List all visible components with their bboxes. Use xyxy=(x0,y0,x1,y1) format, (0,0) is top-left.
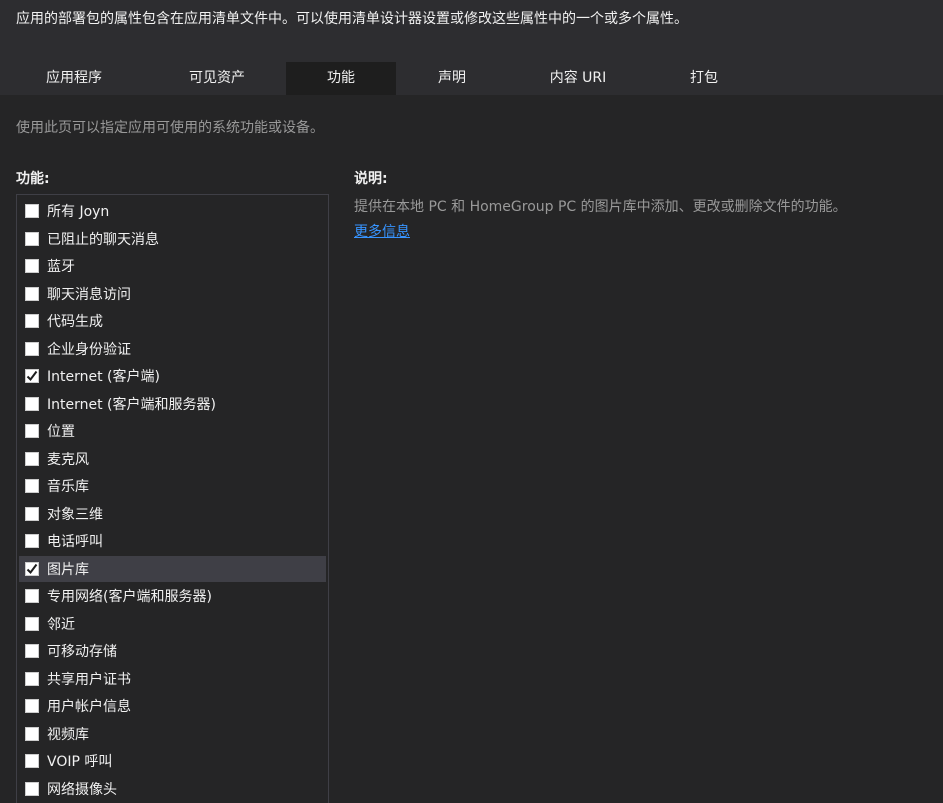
capability-label: 聊天消息访问 xyxy=(47,286,131,303)
capability-item[interactable]: 位置 xyxy=(19,418,326,444)
description-text: 提供在本地 PC 和 HomeGroup PC 的图片库中添加、更改或删除文件的… xyxy=(354,199,847,215)
tab-application[interactable]: 应用程序 xyxy=(0,62,148,95)
description-header: 说明: xyxy=(354,171,388,187)
capability-label: 所有 Joyn xyxy=(47,204,110,220)
capability-checkbox[interactable] xyxy=(25,341,39,356)
capability-label: 图片库 xyxy=(47,561,89,578)
capability-label: 网络摄像头 xyxy=(47,781,117,798)
capability-checkbox[interactable] xyxy=(25,479,39,493)
capabilities-header: 功能: xyxy=(16,171,50,187)
capability-item[interactable]: 聊天消息访问 xyxy=(19,281,326,307)
tab-content-uris[interactable]: 内容 URI xyxy=(508,62,648,95)
capability-checkbox[interactable] xyxy=(25,369,39,383)
capability-checkbox[interactable] xyxy=(25,424,39,438)
capability-label: Internet (客户端和服务器) xyxy=(47,396,216,413)
capability-label: Internet (客户端) xyxy=(47,369,160,385)
capability-label: 专用网络(客户端和服务器) xyxy=(47,589,212,605)
capability-item[interactable]: Internet (客户端和服务器) xyxy=(19,391,326,417)
capability-checkbox[interactable] xyxy=(25,754,39,768)
tab-packaging[interactable]: 打包 xyxy=(648,62,760,95)
capability-checkbox[interactable] xyxy=(25,644,39,658)
capability-label: 位置 xyxy=(47,424,75,440)
capability-item[interactable]: 对象三维 xyxy=(19,501,326,527)
capability-checkbox[interactable] xyxy=(25,561,39,576)
capability-label: 蓝牙 xyxy=(47,259,75,275)
more-info-link[interactable]: 更多信息 xyxy=(354,221,410,241)
checkmark-icon xyxy=(26,563,38,574)
capability-checkbox[interactable] xyxy=(25,671,39,686)
capability-item[interactable]: 共享用户证书 xyxy=(19,666,326,692)
capability-label: 可移动存储 xyxy=(47,644,117,660)
capability-item[interactable]: 麦克风 xyxy=(19,446,326,472)
capability-item[interactable]: 企业身份验证 xyxy=(19,336,326,362)
capability-checkbox[interactable] xyxy=(25,589,39,603)
designer-tabs: 应用程序 可见资产 功能 声明 内容 URI 打包 xyxy=(0,62,943,95)
capability-item[interactable]: 可移动存储 xyxy=(19,638,326,664)
capability-label: 视频库 xyxy=(47,726,89,743)
capability-item[interactable]: 网络摄像头 xyxy=(19,776,326,802)
capability-checkbox[interactable] xyxy=(25,204,39,218)
capability-checkbox[interactable] xyxy=(25,726,39,741)
capability-checkbox[interactable] xyxy=(25,616,39,631)
capability-item[interactable]: 邻近 xyxy=(19,611,326,637)
capabilities-list[interactable]: 所有 Joyn 已阻止的聊天消息 蓝牙聊天消息访问 代码生成企业身份验证 Interne… xyxy=(16,194,329,803)
tab-capabilities[interactable]: 功能 xyxy=(286,62,396,95)
capability-label: 对象三维 xyxy=(47,506,103,523)
capability-label: 电话呼叫 xyxy=(47,534,103,550)
capability-item[interactable]: 蓝牙 xyxy=(19,253,326,279)
capability-label: 邻近 xyxy=(47,616,75,633)
capability-item[interactable]: 视频库 xyxy=(19,721,326,747)
capability-item[interactable]: VOIP 呼叫 xyxy=(19,748,326,774)
designer-header: 应用的部署包的属性包含在应用清单文件中。可以使用清单设计器设置或修改这些属性中的… xyxy=(0,0,943,95)
tab-declarations[interactable]: 声明 xyxy=(396,62,508,95)
capability-item[interactable]: 专用网络(客户端和服务器) xyxy=(19,583,326,609)
capability-label: 企业身份验证 xyxy=(47,341,131,358)
capability-checkbox[interactable] xyxy=(25,506,39,521)
capability-checkbox[interactable] xyxy=(25,286,39,301)
capability-item[interactable]: 图片库 xyxy=(19,555,326,582)
capability-label: 代码生成 xyxy=(47,314,103,330)
capability-label: 共享用户证书 xyxy=(47,671,131,688)
capability-item[interactable]: 所有 Joyn xyxy=(19,198,326,224)
capability-checkbox[interactable] xyxy=(25,231,39,246)
capability-label: 麦克风 xyxy=(47,451,89,468)
capability-label: 已阻止的聊天消息 xyxy=(47,231,159,248)
capability-item[interactable]: 已阻止的聊天消息 xyxy=(19,226,326,252)
capability-checkbox[interactable] xyxy=(25,396,39,411)
tab-visual-assets[interactable]: 可见资产 xyxy=(148,62,286,95)
capability-item[interactable]: 用户帐户信息 xyxy=(19,693,326,719)
capability-checkbox[interactable] xyxy=(25,534,39,548)
capability-checkbox[interactable] xyxy=(25,259,39,273)
intro-text: 应用的部署包的属性包含在应用清单文件中。可以使用清单设计器设置或修改这些属性中的… xyxy=(16,11,688,27)
capability-label: 音乐库 xyxy=(47,479,89,495)
capability-item[interactable]: Internet (客户端) xyxy=(19,363,326,389)
capability-checkbox[interactable] xyxy=(25,314,39,328)
capability-checkbox[interactable] xyxy=(25,699,39,713)
capability-label: VOIP 呼叫 xyxy=(47,754,113,770)
page-description: 使用此页可以指定应用可使用的系统功能或设备。 xyxy=(16,120,324,136)
capability-item[interactable]: 音乐库 xyxy=(19,473,326,499)
capability-item[interactable]: 代码生成 xyxy=(19,308,326,334)
capability-label: 用户帐户信息 xyxy=(47,699,131,715)
capability-item[interactable]: 电话呼叫 xyxy=(19,528,326,554)
capability-checkbox[interactable] xyxy=(25,451,39,466)
capability-checkbox[interactable] xyxy=(25,781,39,796)
checkmark-icon xyxy=(26,370,38,382)
